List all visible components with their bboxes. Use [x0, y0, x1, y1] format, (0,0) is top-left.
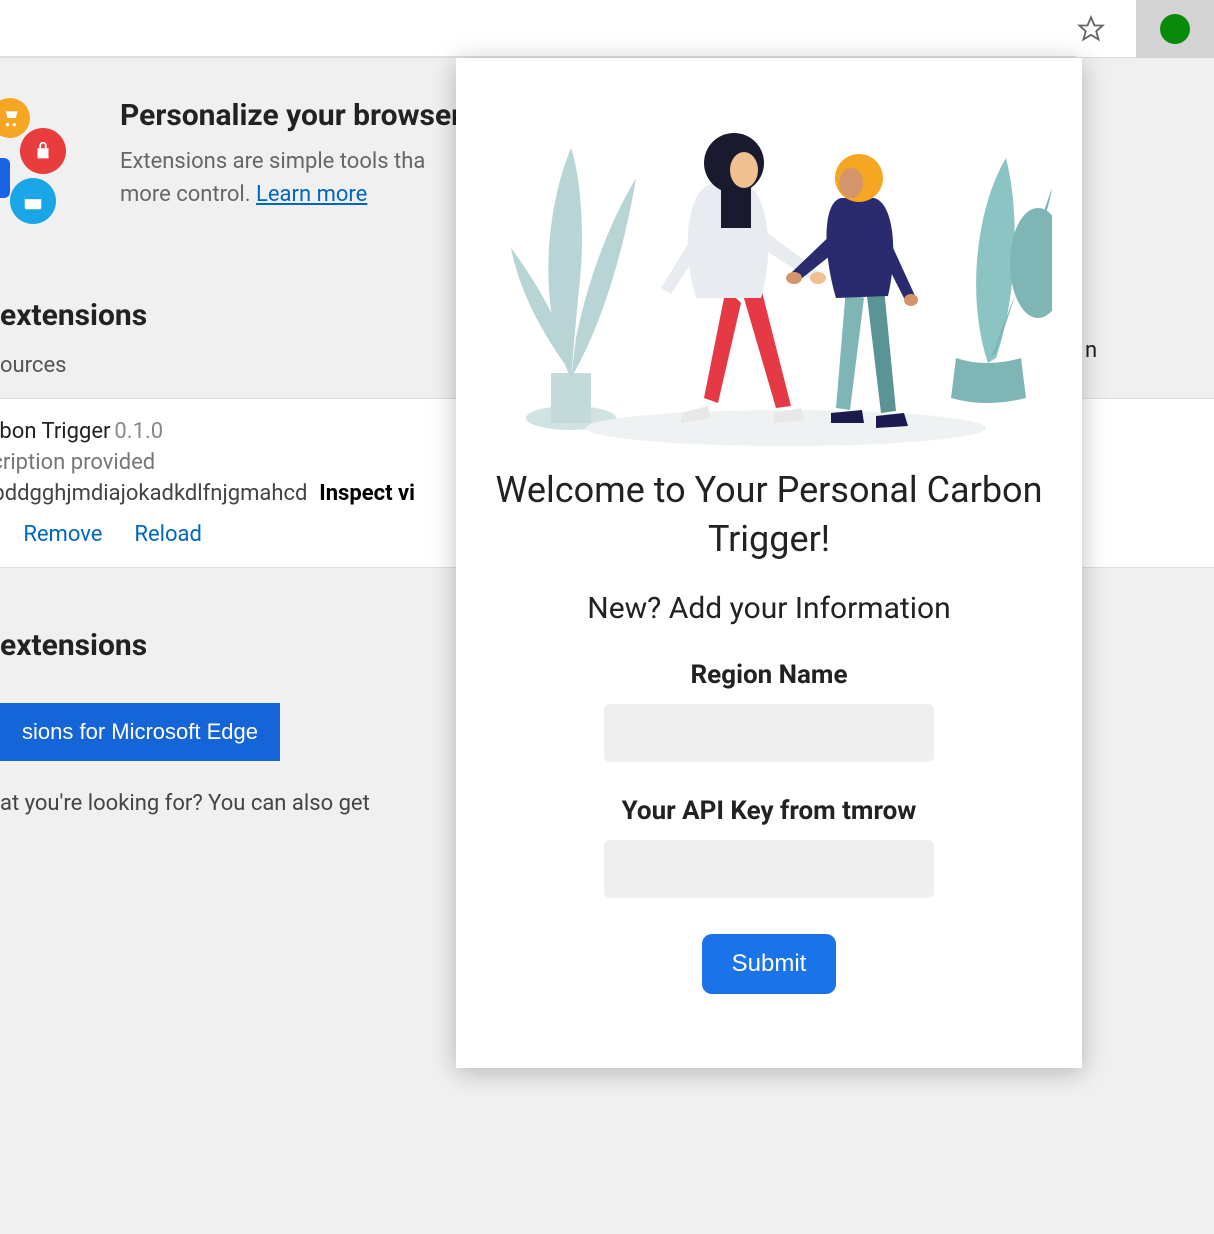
profile-avatar-icon: [1160, 14, 1190, 44]
get-extensions-button[interactable]: sions for Microsoft Edge: [0, 703, 280, 761]
shield-icon: [0, 158, 10, 198]
calendar-icon: [10, 178, 56, 224]
popup-subheading: New? Add your Information: [486, 591, 1052, 626]
api-key-label: Your API Key from tmrow: [486, 796, 1052, 826]
submit-button[interactable]: Submit: [702, 934, 837, 994]
api-key-input[interactable]: [604, 840, 934, 898]
browser-toolbar: [0, 0, 1214, 58]
bookmark-star-icon[interactable]: [1076, 14, 1106, 44]
promo-illustration: [0, 98, 90, 238]
inspect-views-label: Inspect vi: [319, 481, 415, 506]
learn-more-link[interactable]: Learn more: [256, 182, 367, 207]
extension-version: 0.1.0: [114, 419, 163, 444]
promo-subtitle: Extensions are simple tools tha more con…: [120, 145, 462, 211]
lock-icon: [20, 128, 66, 174]
address-bar-area[interactable]: [0, 0, 1076, 57]
extension-name: arbon Trigger: [0, 419, 110, 444]
extension-id: gpddgghjmdiajokadkdlfnjgmahcd: [0, 481, 307, 506]
remove-link[interactable]: Remove: [23, 522, 102, 547]
promo-title: Personalize your browser: [120, 98, 462, 133]
welcome-illustration: [486, 88, 1052, 448]
region-name-label: Region Name: [486, 660, 1052, 690]
reload-link[interactable]: Reload: [134, 522, 202, 547]
profile-button[interactable]: [1136, 0, 1214, 58]
extension-popup: Welcome to Your Personal Carbon Trigger!…: [456, 58, 1082, 1068]
popup-heading: Welcome to Your Personal Carbon Trigger!: [486, 466, 1052, 563]
peek-char: n: [1085, 338, 1097, 363]
cart-icon: [0, 98, 30, 138]
region-name-input[interactable]: [604, 704, 934, 762]
